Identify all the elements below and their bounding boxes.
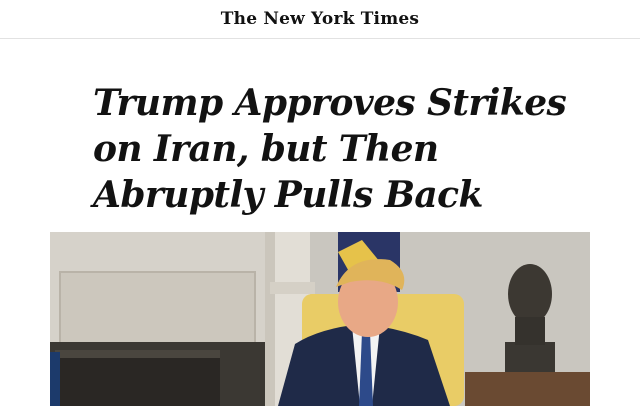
headline-line: Abruptly Pulls Back [93, 174, 483, 216]
article-page: The New York Times Trump Approves Strike… [0, 0, 640, 406]
headline: Trump Approves Strikes on Iran, but Then… [93, 80, 567, 218]
masthead: The New York Times [0, 0, 640, 39]
lead-photo[interactable] [50, 232, 590, 406]
headline-line: Trump Approves Strikes [93, 82, 567, 124]
nyt-logo[interactable]: The New York Times [221, 9, 419, 29]
headline-line: on Iran, but Then [93, 128, 439, 170]
lead-photo-image [50, 232, 590, 406]
